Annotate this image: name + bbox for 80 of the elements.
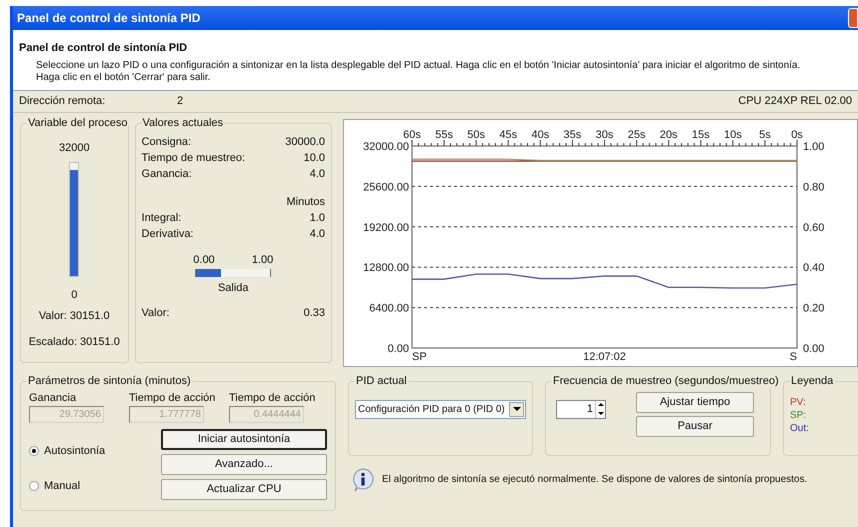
- x-axis-label: SP: [412, 350, 427, 362]
- output-label: Salida: [218, 281, 249, 296]
- unit-label: Minutos: [286, 194, 325, 210]
- header-title: Panel de control de sintonía PID: [19, 41, 188, 56]
- dialog-button[interactable]: Actualizar CPU: [161, 479, 327, 500]
- group-title: Frecuencia de muestreo (segundos/muestreo): [552, 374, 780, 388]
- row-label: Consigna:: [142, 134, 192, 150]
- row-label: Valor:: [142, 306, 170, 320]
- row-value: 1.0: [310, 210, 325, 226]
- y-axis-label: 1.00: [803, 140, 824, 152]
- x-axis-label: 0s: [791, 128, 803, 140]
- dialog-button[interactable]: Avanzado...: [161, 454, 327, 475]
- row-label: Derivativa:: [142, 226, 194, 242]
- x-axis-label: 40s: [531, 128, 550, 140]
- y-axis-label: 0.40: [803, 262, 824, 274]
- x-axis-label: 12:07:02: [583, 350, 626, 362]
- row-label: Integral:: [142, 210, 182, 226]
- field-label: Tiempo de acción: [229, 390, 316, 406]
- y-axis-label: 19200.00: [363, 221, 409, 234]
- x-axis-label: S: [790, 350, 797, 362]
- row-label: Ganancia:: [142, 166, 192, 182]
- scale-max: 1.00: [252, 252, 274, 268]
- row-value: 30000.0: [285, 134, 325, 150]
- row-label: Tiempo de muestreo:: [142, 150, 246, 166]
- info-icon: [352, 468, 374, 492]
- x-axis-label: 35s: [564, 128, 582, 140]
- x-axis-label: 60s: [403, 128, 421, 140]
- field-label: Tiempo de acción: [129, 390, 216, 406]
- y-axis-label: 6400.00: [369, 302, 409, 314]
- value-label: Valor: 30151.0: [38, 308, 110, 324]
- status-message: El algoritmo de sintonía se ejecutó normalmente. Se dispone de valores de sintonía propuestos.: [382, 473, 808, 487]
- scale-min: 0: [71, 288, 78, 303]
- close-button[interactable]: [848, 8, 858, 28]
- row-value: 10.0: [304, 150, 325, 166]
- field-label: Dirección remota:: [19, 94, 106, 109]
- legend-item: SP:: [790, 408, 808, 422]
- radio-option[interactable]: Manual: [29, 478, 161, 494]
- field-value: 2: [177, 94, 184, 109]
- field-label: Ganancia: [29, 390, 78, 406]
- x-axis-label: 5s: [759, 128, 771, 140]
- x-axis-label: 10s: [724, 128, 742, 140]
- dialog-button[interactable]: Ajustar tiempo: [636, 392, 754, 412]
- header-description: Haga clic en el botón 'Cerrar' para salir.: [35, 72, 212, 84]
- scale-min: 0.00: [193, 252, 215, 268]
- dialog-button[interactable]: Iniciar autosintonía: [161, 429, 327, 450]
- y-axis-label: 25600.00: [363, 180, 409, 193]
- pid-dropdown[interactable]: Configuración PID para 0 (PID 0): [355, 400, 526, 418]
- scale-max: 32000: [58, 140, 90, 156]
- y-axis-label: 0.80: [803, 180, 824, 193]
- group-title: Valores actuales: [142, 116, 224, 130]
- group-title: Parámetros de sintonía (minutos): [27, 374, 192, 388]
- legend-item: Out:: [790, 422, 810, 434]
- cpu-label: CPU 224XP REL 02.00: [738, 94, 852, 109]
- spin-arrows-icon: [595, 400, 605, 418]
- scaled-label: Escalado: 30151.0: [28, 335, 120, 350]
- group-title: Leyenda: [790, 374, 834, 388]
- x-axis-label: 20s: [660, 128, 678, 140]
- x-axis-label: 45s: [499, 128, 518, 140]
- x-axis-label: 30s: [596, 128, 614, 140]
- group-title: Variable del proceso: [27, 116, 128, 130]
- radio-option[interactable]: Autosintonía: [29, 443, 161, 460]
- y-axis-label: 0.00: [388, 342, 409, 354]
- group-title: PID actual: [355, 374, 408, 388]
- dialog-button[interactable]: Pausar: [636, 416, 754, 436]
- x-axis-label: 25s: [628, 128, 646, 140]
- y-axis-label: 0.60: [803, 221, 824, 234]
- y-axis-label: 0.20: [803, 302, 824, 314]
- y-axis-label: 0.00: [803, 342, 824, 354]
- row-value: 0.33: [304, 306, 325, 320]
- spin-field[interactable]: 1: [556, 400, 606, 418]
- row-value: 4.0: [310, 166, 325, 182]
- x-axis-label: 50s: [467, 128, 486, 140]
- row-value: 4.0: [310, 226, 325, 242]
- header-description: Seleccione un lazo PID o una configuración a sintonizar en la lista desplegable del PID actual. Haga clic en el botón 'Iniciar autosintonía' para iniciar el algoritmo de sintonía.: [35, 60, 802, 72]
- window-title: Panel de control de sintonía PID: [17, 10, 200, 27]
- y-axis-label: 32000.00: [363, 140, 409, 152]
- y-axis-label: 12800.00: [363, 262, 409, 274]
- x-axis-label: 55s: [435, 128, 453, 140]
- legend-item: PV:: [790, 396, 807, 408]
- x-axis-label: 15s: [692, 128, 710, 140]
